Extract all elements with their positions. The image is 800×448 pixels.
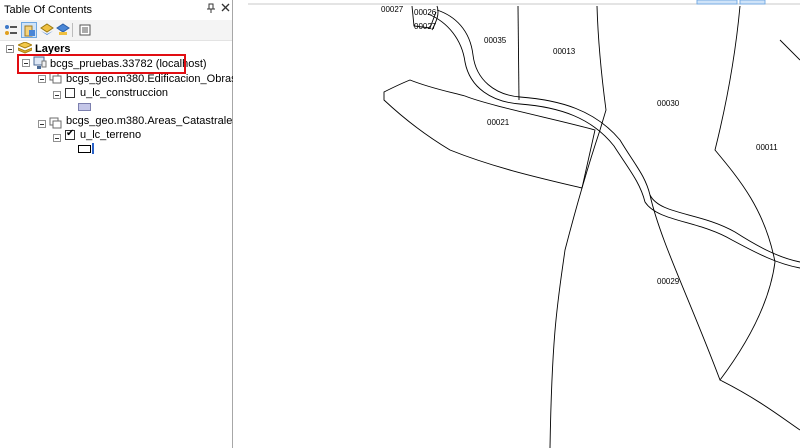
check-icon: ✔ [66, 128, 75, 139]
layers-collapse-toggle[interactable] [6, 45, 14, 53]
layer-construccion-checkbox[interactable] [65, 88, 75, 98]
parcel-lines [248, 0, 800, 448]
table-of-contents-panel: Table Of Contents Layers bcgs_pruebas.33… [0, 0, 264, 448]
text-cursor-icon [92, 143, 94, 154]
parcel-label: 00011 [756, 143, 778, 152]
list-by-source-icon[interactable] [21, 22, 37, 38]
parcel-label: 00030 [657, 99, 680, 108]
group-catastrales-label[interactable]: bcgs_geo.m380.Areas_Catastrales [66, 115, 238, 127]
list-by-selection-icon[interactable] [55, 22, 71, 38]
group-layer-icon [49, 117, 63, 133]
layer-tree: Layers bcgs_pruebas.33782 (localhost) bc… [0, 40, 264, 448]
toc-titlebar: Table Of Contents [0, 0, 232, 21]
parcel-label: 00035 [484, 36, 507, 45]
parcel-label: 00021 [487, 118, 510, 127]
map-display[interactable]: 00027 00026 00027 00035 00013 00021 0003… [233, 0, 800, 448]
group-catastrales-collapse-toggle[interactable] [38, 120, 46, 128]
list-by-drawing-order-icon[interactable] [3, 22, 19, 38]
layer-terreno-collapse-toggle[interactable] [53, 134, 61, 142]
toolbar-separator [72, 23, 73, 37]
layer-construccion-label[interactable]: u_lc_construccion [80, 87, 168, 99]
close-icon[interactable] [219, 3, 231, 16]
options-icon[interactable] [77, 22, 93, 38]
parcel-label: 00026 [414, 8, 437, 17]
connection-highlight-box [17, 54, 186, 74]
parcel-label: 00029 [657, 277, 680, 286]
construccion-symbol-swatch[interactable] [78, 103, 91, 111]
parcel-label: 00027 [414, 22, 437, 31]
toc-toolbar [0, 20, 232, 41]
toc-title: Table Of Contents [4, 4, 93, 16]
list-by-visibility-icon[interactable] [39, 22, 55, 38]
layer-terreno-checkbox[interactable]: ✔ [65, 128, 75, 140]
layer-terreno-label[interactable]: u_lc_terreno [80, 129, 141, 141]
layer-construccion-collapse-toggle[interactable] [53, 91, 61, 99]
pin-icon[interactable] [205, 3, 217, 16]
group-edificacion-collapse-toggle[interactable] [38, 75, 46, 83]
parcel-label: 00027 [381, 5, 404, 14]
terreno-symbol-swatch[interactable] [78, 145, 91, 153]
group-layer-icon [49, 72, 63, 88]
parcel-label: 00013 [553, 47, 576, 56]
